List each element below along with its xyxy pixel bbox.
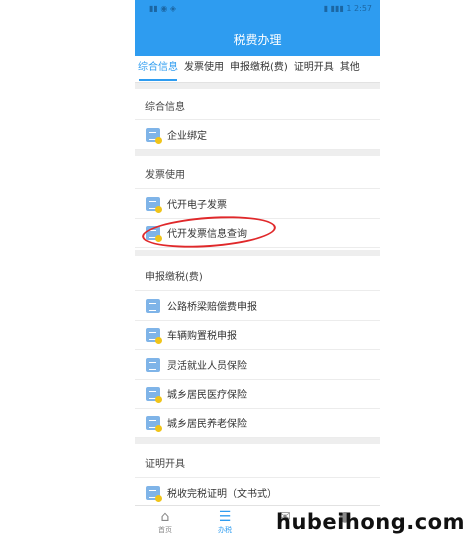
tab-comprehensive-info[interactable]: 综合信息 [135, 56, 181, 82]
tab-certificate[interactable]: 证明开具 [291, 56, 337, 82]
list-item-label: 代开电子发票 [167, 200, 227, 211]
page-title: 税费办理 [233, 32, 282, 47]
yuan-icon [146, 357, 160, 372]
list-item-label: 公路桥梁赔偿费申报 [167, 302, 257, 313]
document-icon [146, 225, 162, 242]
list-item-enterprise-binding[interactable]: 企业绑定 [135, 119, 380, 150]
list-item-label: 代开发票信息查询 [167, 229, 247, 240]
status-left: ▮▮ ◉ ◈ [149, 4, 177, 13]
section-divider [135, 83, 380, 89]
yuan-icon [146, 298, 160, 313]
section-divider [135, 150, 380, 156]
document-icon [146, 386, 162, 403]
list-item-issue-e-invoice[interactable]: 代开电子发票 [135, 188, 380, 219]
nav-label: 首页 [158, 526, 172, 534]
document-icon [146, 127, 162, 144]
status-right: ▮ ▮▮▮ 1 2:57 [323, 4, 372, 13]
status-bar: ▮▮ ◉ ◈ ▮ ▮▮▮ 1 2:57 [135, 0, 380, 22]
watermark-text: hubeihong.com [276, 510, 465, 534]
section-divider [135, 250, 380, 256]
document-icon [146, 327, 162, 344]
tab-bar: 综合信息 发票使用 申报缴税(费) 证明开具 其他 [135, 56, 380, 83]
list-item-label: 灵活就业人员保险 [167, 361, 247, 372]
section-title-certificate: 证明开具 [145, 459, 185, 470]
list-item-label: 企业绑定 [167, 131, 207, 142]
section-title-comprehensive: 综合信息 [145, 102, 185, 113]
list-item-label: 车辆购置税申报 [167, 331, 237, 342]
nav-label: 办税 [218, 526, 232, 534]
document-icon [146, 485, 162, 502]
tab-other[interactable]: 其他 [337, 56, 363, 82]
list-item-vehicle-purchase-tax[interactable]: 车辆购置税申报 [135, 320, 380, 350]
list-item-road-bridge-compensation[interactable]: 公路桥梁赔偿费申报 [135, 290, 380, 321]
section-title-declare: 申报缴税(费) [145, 272, 203, 283]
section-title-invoice: 发票使用 [145, 170, 185, 181]
tab-invoice-use[interactable]: 发票使用 [181, 56, 227, 82]
nav-home[interactable]: ⌂ 首页 [145, 509, 185, 535]
tax-list-icon: ☰ [218, 509, 232, 525]
home-icon: ⌂ [160, 509, 170, 525]
document-icon [146, 415, 162, 432]
list-item-invoice-info-query[interactable]: 代开发票信息查询 [135, 218, 380, 248]
list-item-label: 税收完税证明（文书式） [167, 489, 277, 500]
list-item-label: 城乡居民养老保险 [167, 419, 247, 430]
nav-tax[interactable]: ☰ 办税 [205, 509, 245, 535]
list-item-label: 城乡居民医疗保险 [167, 390, 247, 401]
list-item-pension-insurance[interactable]: 城乡居民养老保险 [135, 408, 380, 438]
phone-screen: ▮▮ ◉ ◈ ▮ ▮▮▮ 1 2:57 税费办理 综合信息 发票使用 申报缴税(… [135, 0, 380, 540]
title-bar: 税费办理 [135, 22, 380, 56]
document-icon [146, 196, 162, 213]
section-divider [135, 438, 380, 444]
list-item-tax-payment-certificate[interactable]: 税收完税证明（文书式） [135, 477, 380, 508]
list-item-medical-insurance[interactable]: 城乡居民医疗保险 [135, 379, 380, 409]
tab-declare-pay-tax[interactable]: 申报缴税(费) [227, 56, 291, 82]
list-item-flexible-employment-insurance[interactable]: 灵活就业人员保险 [135, 350, 380, 380]
